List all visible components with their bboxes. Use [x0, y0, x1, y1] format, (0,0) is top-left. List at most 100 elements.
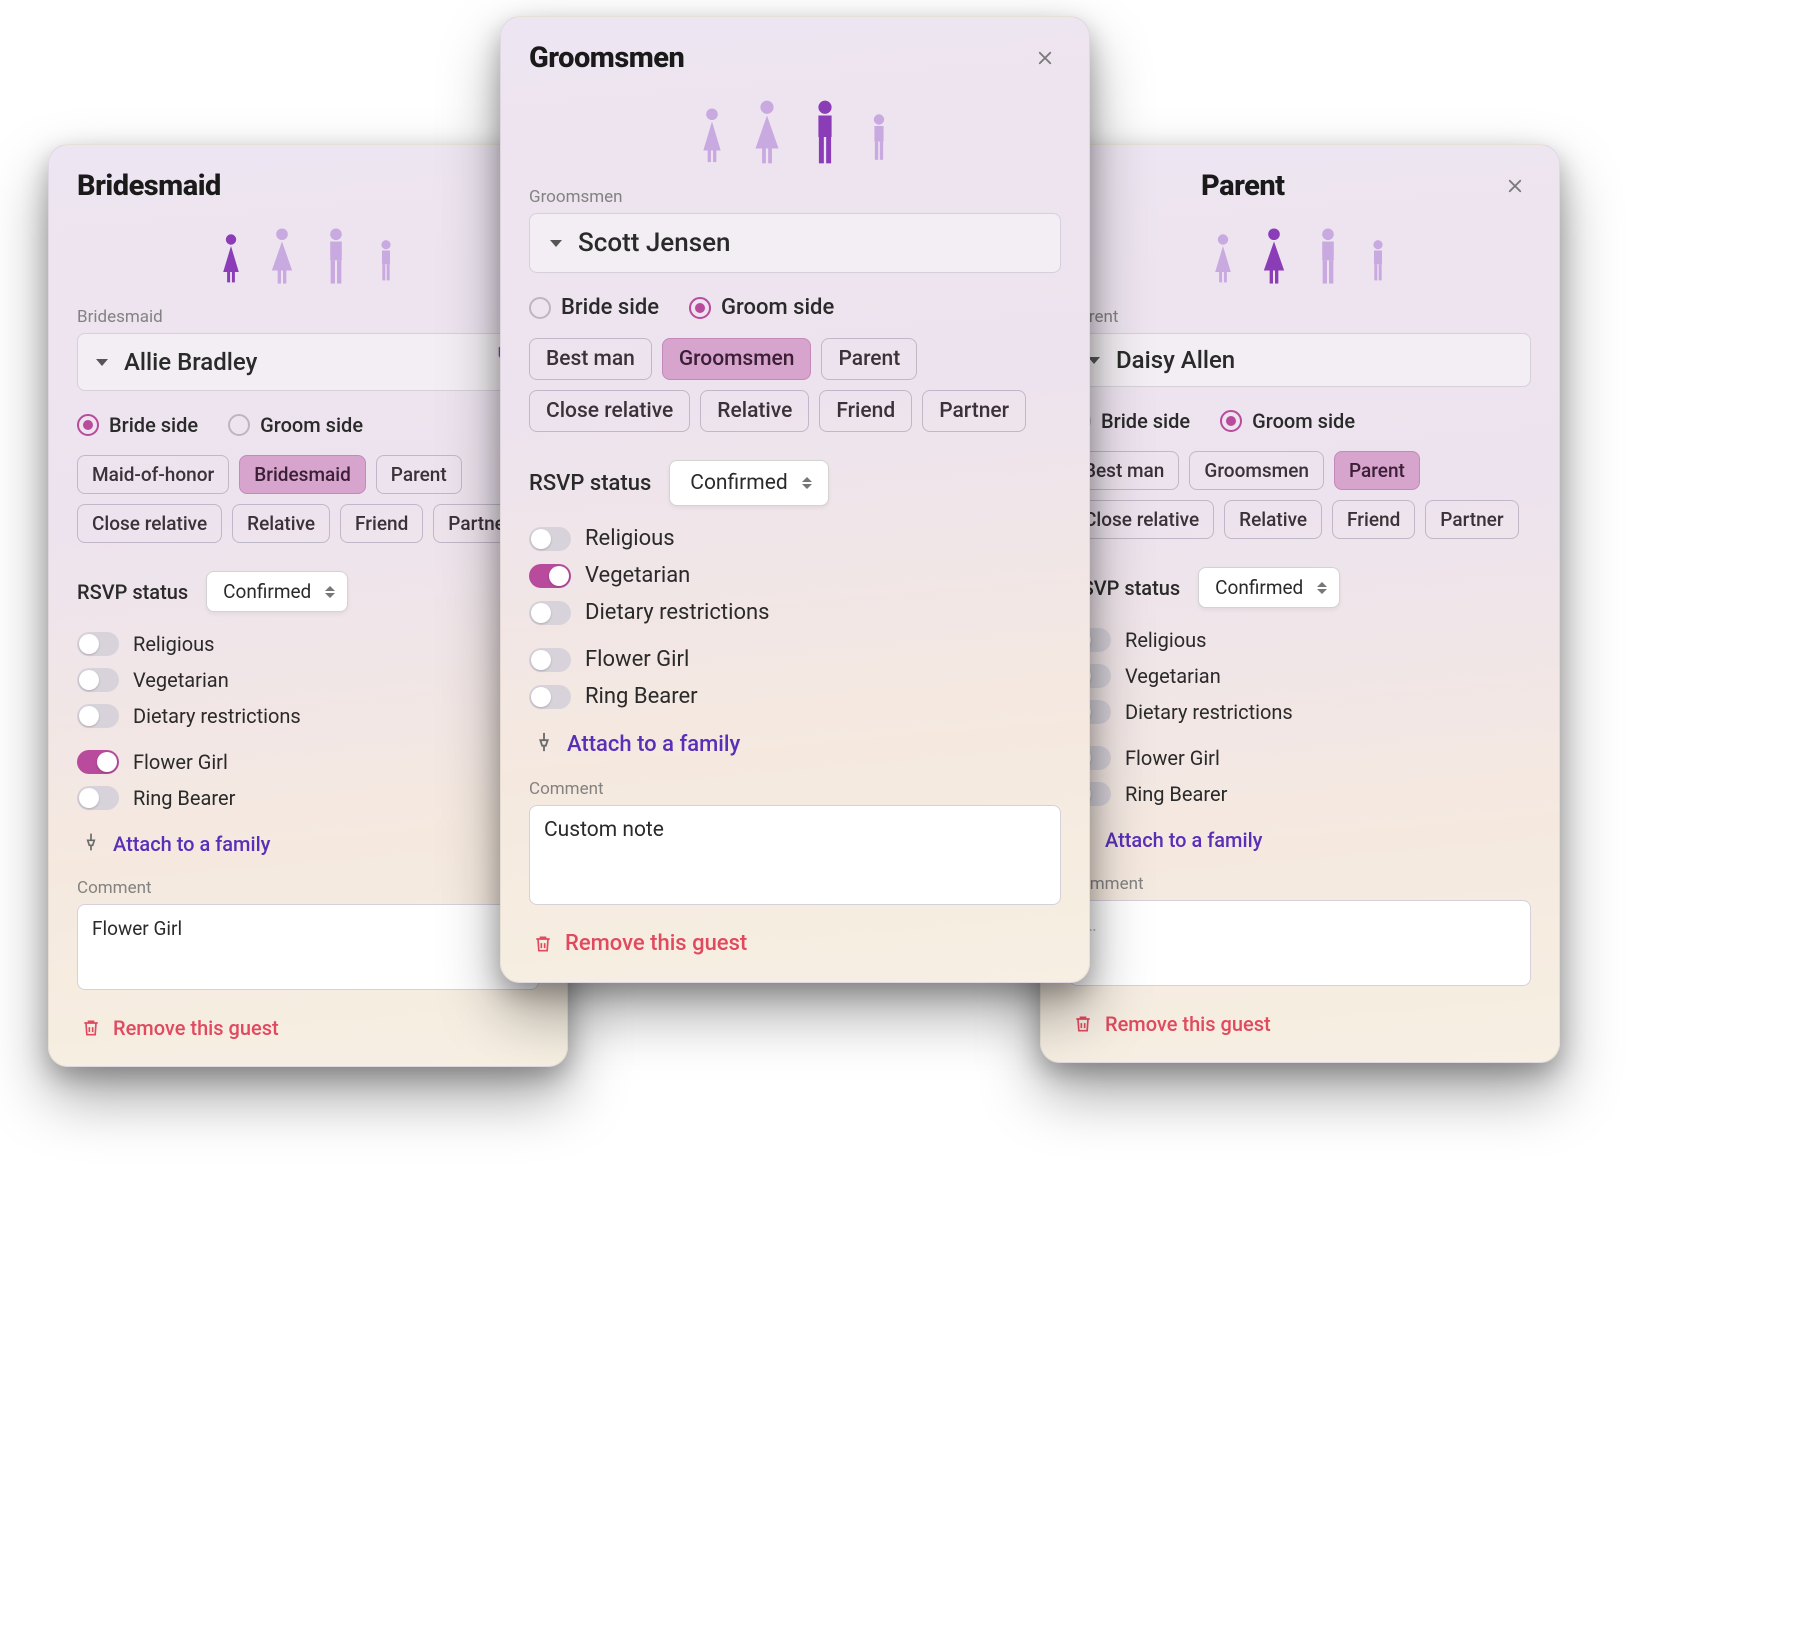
- dietary-toggle: Dietary restrictions: [529, 600, 1061, 625]
- person-girl-icon[interactable]: [217, 227, 245, 285]
- attach-to-family-link[interactable]: Attach to a family: [77, 832, 539, 856]
- toggle-switch[interactable]: [529, 564, 571, 588]
- select-arrows-icon: [325, 586, 335, 598]
- person-boy-icon[interactable]: [1365, 227, 1391, 285]
- side-selector: Bride side Groom side: [1069, 409, 1531, 433]
- role-tag[interactable]: Close relative: [1069, 500, 1214, 539]
- close-button[interactable]: [1029, 42, 1061, 74]
- person-type-selector: [1069, 227, 1531, 285]
- role-tag[interactable]: Friend: [340, 504, 423, 543]
- rsvp-value: Confirmed: [690, 471, 787, 495]
- role-tag[interactable]: Groomsmen: [1189, 451, 1324, 490]
- remove-guest-button[interactable]: Remove this guest: [77, 1012, 539, 1046]
- role-tag[interactable]: Bridesmaid: [239, 455, 366, 494]
- role-tag-list: Best man Groomsmen Parent Close relative…: [1069, 451, 1531, 539]
- trash-icon: [1073, 1013, 1093, 1035]
- bride-side-radio[interactable]: Bride side: [77, 413, 198, 437]
- role-tag[interactable]: Friend: [1332, 500, 1415, 539]
- comment-textarea[interactable]: Custom note: [529, 805, 1061, 905]
- bride-side-radio[interactable]: Bride side: [529, 295, 659, 320]
- role-tag[interactable]: Close relative: [77, 504, 222, 543]
- role-tag[interactable]: Close relative: [529, 390, 690, 432]
- rsvp-label: RSVP status: [529, 471, 651, 496]
- role-tag[interactable]: Parent: [376, 455, 462, 494]
- attach-to-family-link[interactable]: Attach to a family: [1069, 828, 1531, 852]
- guest-card-parent: Parent Parent Daisy Allen Bride side Gro…: [1040, 144, 1560, 1063]
- role-tag[interactable]: Friend: [819, 390, 912, 432]
- comment-textarea[interactable]: …: [1069, 900, 1531, 986]
- person-man-icon[interactable]: [806, 99, 844, 165]
- rsvp-value: Confirmed: [223, 580, 311, 603]
- person-man-icon[interactable]: [319, 227, 353, 285]
- guest-name-select[interactable]: Scott Jensen: [529, 213, 1061, 273]
- attribute-toggles: Religious Vegetarian Dietary restriction…: [529, 526, 1061, 625]
- chevron-down-icon: [96, 359, 108, 366]
- rsvp-row: RSVP status Confirmed: [529, 460, 1061, 506]
- attach-to-family-link[interactable]: Attach to a family: [529, 731, 1061, 757]
- guest-name-select[interactable]: Daisy Allen: [1069, 333, 1531, 387]
- radio-icon: [529, 297, 551, 319]
- groom-side-radio[interactable]: Groom side: [1220, 409, 1355, 433]
- toggle-switch[interactable]: [77, 786, 119, 810]
- card-header: Bridesmaid: [77, 169, 539, 203]
- attach-label: Attach to a family: [113, 832, 270, 856]
- rsvp-select[interactable]: Confirmed: [669, 460, 828, 506]
- close-icon: [1506, 177, 1524, 195]
- person-man-icon[interactable]: [1311, 227, 1345, 285]
- role-tag-list: Best man Groomsmen Parent Close relative…: [529, 338, 1061, 432]
- role-tag[interactable]: Relative: [1224, 500, 1322, 539]
- groom-side-radio[interactable]: Groom side: [228, 413, 363, 437]
- guest-name-select[interactable]: Allie Bradley: [77, 333, 539, 391]
- attribute-toggles: Religious Vegetarian Dietary restriction…: [1069, 628, 1531, 724]
- child-role-toggles: Flower Girl Ring Bearer: [529, 647, 1061, 709]
- toggle-switch[interactable]: [77, 750, 119, 774]
- person-girl-icon[interactable]: [1209, 227, 1237, 285]
- role-tag[interactable]: Partner: [1425, 500, 1518, 539]
- person-woman-icon[interactable]: [265, 227, 299, 285]
- role-tag[interactable]: Groomsmen: [662, 338, 812, 380]
- religious-toggle: Religious: [77, 632, 539, 656]
- person-woman-icon[interactable]: [748, 99, 786, 165]
- religious-toggle: Religious: [1069, 628, 1531, 652]
- rsvp-select[interactable]: Confirmed: [206, 571, 348, 612]
- comment-label: Comment: [1069, 874, 1531, 894]
- toggle-switch[interactable]: [77, 704, 119, 728]
- side-selector: Bride side Groom side: [77, 413, 539, 437]
- rsvp-row: RSVP status Confirmed: [1069, 567, 1531, 608]
- role-tag[interactable]: Partner: [922, 390, 1026, 432]
- groom-side-radio[interactable]: Groom side: [689, 295, 834, 320]
- chevron-down-icon: [550, 240, 562, 247]
- religious-toggle: Religious: [529, 526, 1061, 551]
- toggle-switch[interactable]: [77, 668, 119, 692]
- person-woman-icon[interactable]: [1257, 227, 1291, 285]
- person-girl-icon[interactable]: [696, 99, 728, 165]
- role-tag[interactable]: Relative: [232, 504, 330, 543]
- role-tag[interactable]: Relative: [700, 390, 809, 432]
- radio-icon: [689, 297, 711, 319]
- remove-label: Remove this guest: [565, 931, 747, 956]
- card-header: Groomsmen: [529, 41, 1061, 75]
- comment-textarea[interactable]: Flower Girl: [77, 904, 539, 990]
- role-tag[interactable]: Parent: [1334, 451, 1420, 490]
- person-type-selector: [529, 99, 1061, 165]
- remove-guest-button[interactable]: Remove this guest: [1069, 1008, 1531, 1042]
- radio-label: Groom side: [721, 295, 834, 320]
- toggle-switch[interactable]: [529, 601, 571, 625]
- card-header: Parent: [1069, 169, 1531, 203]
- close-button[interactable]: [1499, 170, 1531, 202]
- role-tag[interactable]: Parent: [821, 338, 917, 380]
- role-tag-list: Maid-of-honor Bridesmaid Parent Close re…: [77, 455, 539, 543]
- person-boy-icon[interactable]: [864, 99, 894, 165]
- role-tag[interactable]: Maid-of-honor: [77, 455, 229, 494]
- remove-guest-button[interactable]: Remove this guest: [529, 927, 1061, 962]
- role-tag[interactable]: Best man: [529, 338, 652, 380]
- toggle-switch[interactable]: [529, 527, 571, 551]
- rsvp-value: Confirmed: [1215, 576, 1303, 599]
- toggle-switch[interactable]: [529, 648, 571, 672]
- person-boy-icon[interactable]: [373, 227, 399, 285]
- rsvp-select[interactable]: Confirmed: [1198, 567, 1340, 608]
- toggle-switch[interactable]: [529, 685, 571, 709]
- attach-label: Attach to a family: [567, 732, 740, 757]
- toggle-switch[interactable]: [77, 632, 119, 656]
- comment-label: Comment: [77, 878, 539, 898]
